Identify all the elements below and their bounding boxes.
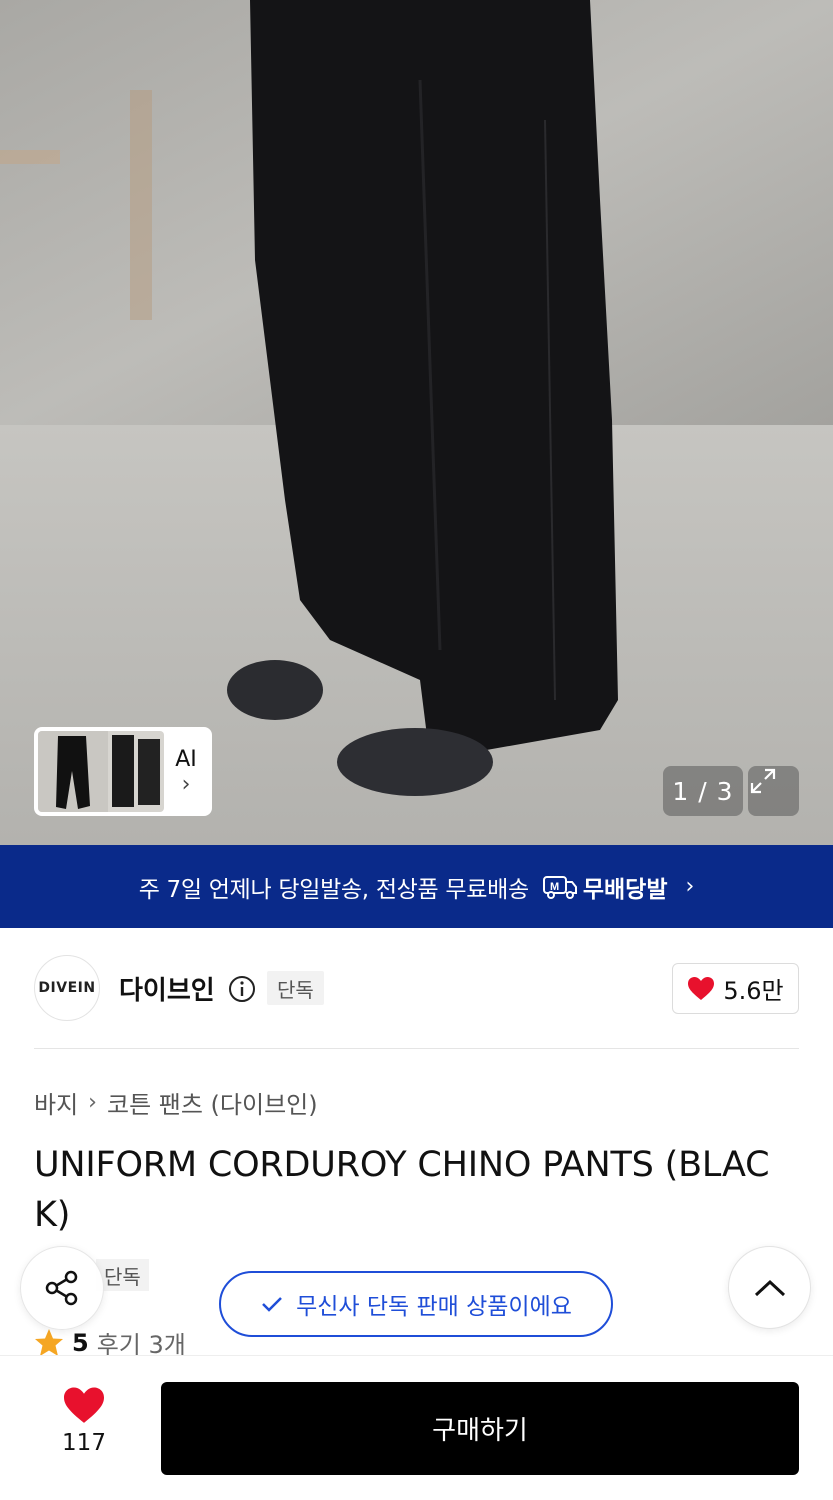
bottom-action-bar: 117 구매하기 xyxy=(0,1355,833,1500)
brand-name[interactable]: 다이브인 xyxy=(119,970,215,1007)
heart-icon xyxy=(64,1387,104,1423)
product-image-gallery[interactable]: AI › 1 / 3 xyxy=(0,0,833,845)
brand-exclusive-badge: 단독 xyxy=(267,971,324,1005)
toast-text: 무신사 단독 판매 상품이에요 xyxy=(296,1294,572,1320)
wishlist-button[interactable]: 117 xyxy=(44,1386,124,1456)
ai-recommend-button[interactable]: AI › xyxy=(164,747,208,796)
scroll-top-button[interactable] xyxy=(728,1246,811,1329)
divider xyxy=(34,1048,799,1049)
chevron-up-icon xyxy=(754,1279,785,1296)
banner-text: 주 7일 언제나 당일발송, 전상품 무료배송 xyxy=(138,876,529,903)
thumbnail-strip[interactable]: AI › xyxy=(34,727,212,816)
chevron-right-icon: › xyxy=(181,772,191,797)
rating-value: 5 xyxy=(72,1328,89,1357)
delivery-banner[interactable]: 주 7일 언제나 당일발송, 전상품 무료배송 M 무배당발 › xyxy=(0,845,833,928)
brand-like-button[interactable]: 5.6만 xyxy=(672,963,799,1014)
ai-label: AI xyxy=(175,747,197,772)
breadcrumb-subcategory[interactable]: 코튼 팬츠 (다이브인) xyxy=(107,1085,318,1120)
breadcrumb-category[interactable]: 바지 xyxy=(34,1085,78,1120)
star-icon xyxy=(35,1329,63,1356)
share-button[interactable] xyxy=(20,1246,104,1330)
chevron-right-icon: › xyxy=(88,1090,97,1115)
product-photo xyxy=(0,0,833,845)
svg-text:M: M xyxy=(550,881,559,893)
heart-icon xyxy=(688,976,715,1000)
brand-row: DIVEIN 다이브인 단독 5.6만 xyxy=(34,955,799,1021)
exclusive-toast: 무신사 단독 판매 상품이에요 xyxy=(219,1271,613,1337)
expand-icon xyxy=(750,768,776,794)
chevron-right-icon: › xyxy=(685,874,695,899)
image-counter: 1 / 3 xyxy=(663,766,743,816)
expand-button[interactable] xyxy=(748,766,799,816)
share-icon xyxy=(45,1270,78,1306)
breadcrumb: 바지 › 코튼 팬츠 (다이브인) xyxy=(34,1085,318,1120)
brand-logo[interactable]: DIVEIN xyxy=(34,955,100,1021)
wishlist-count: 117 xyxy=(62,1430,106,1456)
check-icon xyxy=(262,1297,282,1312)
thumbnail-image[interactable] xyxy=(38,731,164,812)
product-title: UNIFORM CORDUROY CHINO PANTS (BLACK) xyxy=(34,1145,770,1235)
info-icon[interactable] xyxy=(228,975,256,1007)
buy-button[interactable]: 구매하기 xyxy=(161,1382,799,1475)
truck-icon: M xyxy=(542,875,577,899)
free-delivery-logo: M 무배당발 xyxy=(542,870,668,904)
brand-like-count: 5.6만 xyxy=(723,977,784,1005)
free-delivery-label: 무배당발 xyxy=(582,876,668,903)
